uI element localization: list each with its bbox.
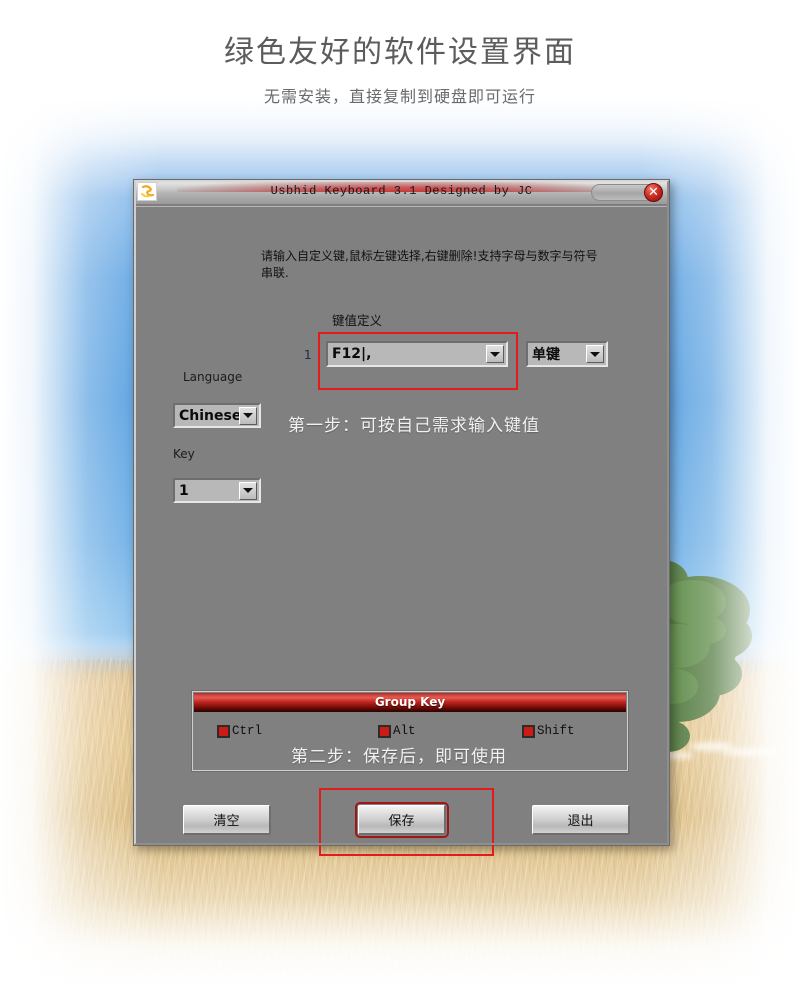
key-index-text: 1: [179, 482, 189, 499]
checkbox-shift-label: Shift: [537, 724, 575, 738]
checkbox-alt[interactable]: Alt: [378, 724, 416, 738]
language-value-text: Chinese: [179, 407, 239, 424]
key-type-combobox[interactable]: 单键: [526, 341, 608, 367]
exit-button[interactable]: 退出: [532, 805, 630, 835]
page-root: 绿色友好的软件设置界面 无需安装，直接复制到硬盘即可运行 Usbhid Keyb…: [0, 0, 800, 987]
chevron-down-icon[interactable]: [239, 406, 257, 425]
key-type-text: 单键: [532, 347, 560, 363]
window-title: Usbhid Keyboard 3.1 Designed by JC: [270, 184, 533, 198]
page-title: 绿色友好的软件设置界面: [224, 36, 576, 69]
keydef-label: 键值定义: [332, 313, 383, 328]
window-client-area: 请输入自定义键,鼠标左键选择,右键删除!支持字母与数字与符号串联. 键值定义 1…: [136, 206, 667, 856]
chevron-down-icon[interactable]: [486, 345, 504, 363]
row-number: 1: [304, 348, 312, 362]
group-key-title-bar: Group Key: [194, 693, 626, 712]
checkbox-shift-box[interactable]: [522, 724, 535, 738]
close-icon[interactable]: ✕: [644, 183, 663, 202]
key-label: Key: [173, 447, 195, 461]
language-label: Language: [183, 370, 243, 384]
window-titlebar[interactable]: Usbhid Keyboard 3.1 Designed by JC ✕: [134, 180, 669, 205]
language-combobox[interactable]: Chinese: [173, 403, 261, 428]
group-key-title-text: Group Key: [374, 695, 446, 709]
chevron-down-icon[interactable]: [239, 481, 257, 500]
clear-button[interactable]: 清空: [183, 805, 271, 835]
annotation-step-one: 第一步：可按自己需求输入键值: [288, 416, 540, 435]
annotation-step-two: 第二步：保存后，即可使用: [291, 747, 507, 766]
page-subtitle: 无需安装，直接复制到硬盘即可运行: [263, 89, 536, 106]
checkbox-alt-box[interactable]: [378, 724, 391, 738]
save-button[interactable]: 保存: [355, 802, 449, 838]
key-index-combobox[interactable]: 1: [173, 478, 261, 503]
page-headings: 绿色友好的软件设置界面 无需安装，直接复制到硬盘即可运行: [0, 0, 800, 107]
checkbox-ctrl-label: Ctrl: [232, 724, 263, 738]
key-value-combobox[interactable]: F12|,: [326, 341, 508, 367]
checkbox-ctrl[interactable]: Ctrl: [217, 724, 262, 738]
checkbox-ctrl-box[interactable]: [217, 724, 230, 738]
chevron-down-icon[interactable]: [586, 345, 604, 363]
app-window: Usbhid Keyboard 3.1 Designed by JC ✕ 请输入…: [133, 179, 670, 856]
checkbox-alt-label: Alt: [393, 724, 416, 738]
key-value-text: F12|,: [332, 346, 372, 362]
instruction-text: 请输入自定义键,鼠标左键选择,右键删除!支持字母与数字与符号串联.: [261, 249, 598, 280]
checkbox-shift[interactable]: Shift: [522, 724, 575, 738]
